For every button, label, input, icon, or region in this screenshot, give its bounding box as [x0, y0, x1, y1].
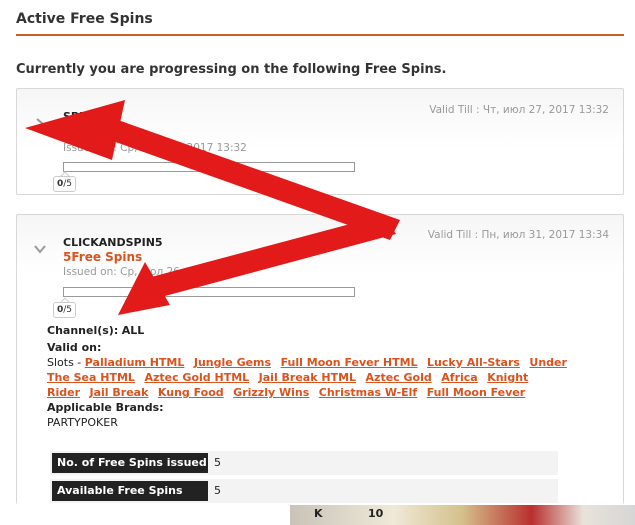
- banner-card-k: K: [314, 507, 323, 520]
- game-link[interactable]: Aztec Gold: [366, 371, 432, 384]
- free-spins-details: Channel(s): ALL Valid on: Slots - Pallad…: [47, 323, 567, 430]
- stat-value: 5: [214, 484, 221, 497]
- game-link[interactable]: Christmas W-Elf: [319, 386, 417, 399]
- progress-counter: 0/5: [53, 176, 77, 192]
- card-spins: 5Free Spins: [63, 250, 143, 264]
- game-link[interactable]: Aztec Gold HTML: [144, 371, 249, 384]
- game-link[interactable]: Kung Food: [158, 386, 224, 399]
- issued-on: Issued on: Ср, июл 26, 2017: [63, 266, 214, 278]
- chevron-right-icon[interactable]: [33, 117, 47, 131]
- game-link[interactable]: Palladium HTML: [85, 356, 185, 369]
- progress-counter: 0/5: [53, 302, 77, 318]
- stat-value: 5: [214, 456, 221, 469]
- free-spins-card-spins5[interactable]: SPINS5 5Free Spins Valid Till : Чт, июл …: [16, 88, 624, 195]
- progress-bar: [63, 287, 355, 297]
- channels-value: ALL: [121, 324, 145, 337]
- page-subtitle: Currently you are progressing on the fol…: [16, 62, 447, 77]
- progress-bar: [63, 162, 355, 172]
- game-link[interactable]: Jungle Gems: [194, 356, 271, 369]
- game-link[interactable]: Grizzly Wins: [233, 386, 309, 399]
- valid-till: Valid Till : Пн, июл 31, 2017 13:34: [427, 229, 609, 241]
- promo-banner[interactable]: K 10: [290, 505, 635, 525]
- games-list: Slots - Palladium HTML Jungle Gems Full …: [47, 355, 567, 400]
- stat-label: No. of Free Spins issued: [52, 453, 208, 473]
- brands-value: PARTYPOKER: [47, 416, 118, 429]
- game-link[interactable]: Full Moon Fever HTML: [281, 356, 418, 369]
- chevron-down-icon[interactable]: [33, 242, 47, 256]
- card-name: CLICKANDSPIN5: [63, 236, 163, 249]
- issued-on: Issued on: Ср, июл 26, 2017 13:32: [63, 142, 247, 154]
- game-link[interactable]: Full Moon Fever: [427, 386, 525, 399]
- stats-row-issued: No. of Free Spins issued 5: [50, 451, 558, 475]
- valid-on-label: Valid on:: [47, 341, 102, 354]
- brands-label: Applicable Brands:: [47, 401, 164, 414]
- page-title: Active Free Spins: [16, 11, 153, 27]
- channels-label: Channel(s):: [47, 324, 119, 337]
- title-divider: [16, 34, 624, 36]
- game-link[interactable]: Africa: [441, 371, 477, 384]
- slots-prefix: Slots -: [47, 356, 85, 369]
- game-link[interactable]: Jail Break: [90, 386, 149, 399]
- valid-till: Valid Till : Чт, июл 27, 2017 13:32: [429, 104, 609, 116]
- card-spins: 5Free Spins: [63, 125, 143, 139]
- stat-label: Available Free Spins: [52, 481, 208, 501]
- stats-row-available: Available Free Spins 5: [50, 479, 558, 503]
- game-link[interactable]: Lucky All-Stars: [427, 356, 520, 369]
- banner-card-10: 10: [368, 507, 384, 520]
- game-link[interactable]: Jail Break HTML: [259, 371, 356, 384]
- card-name: SPINS5: [63, 110, 108, 123]
